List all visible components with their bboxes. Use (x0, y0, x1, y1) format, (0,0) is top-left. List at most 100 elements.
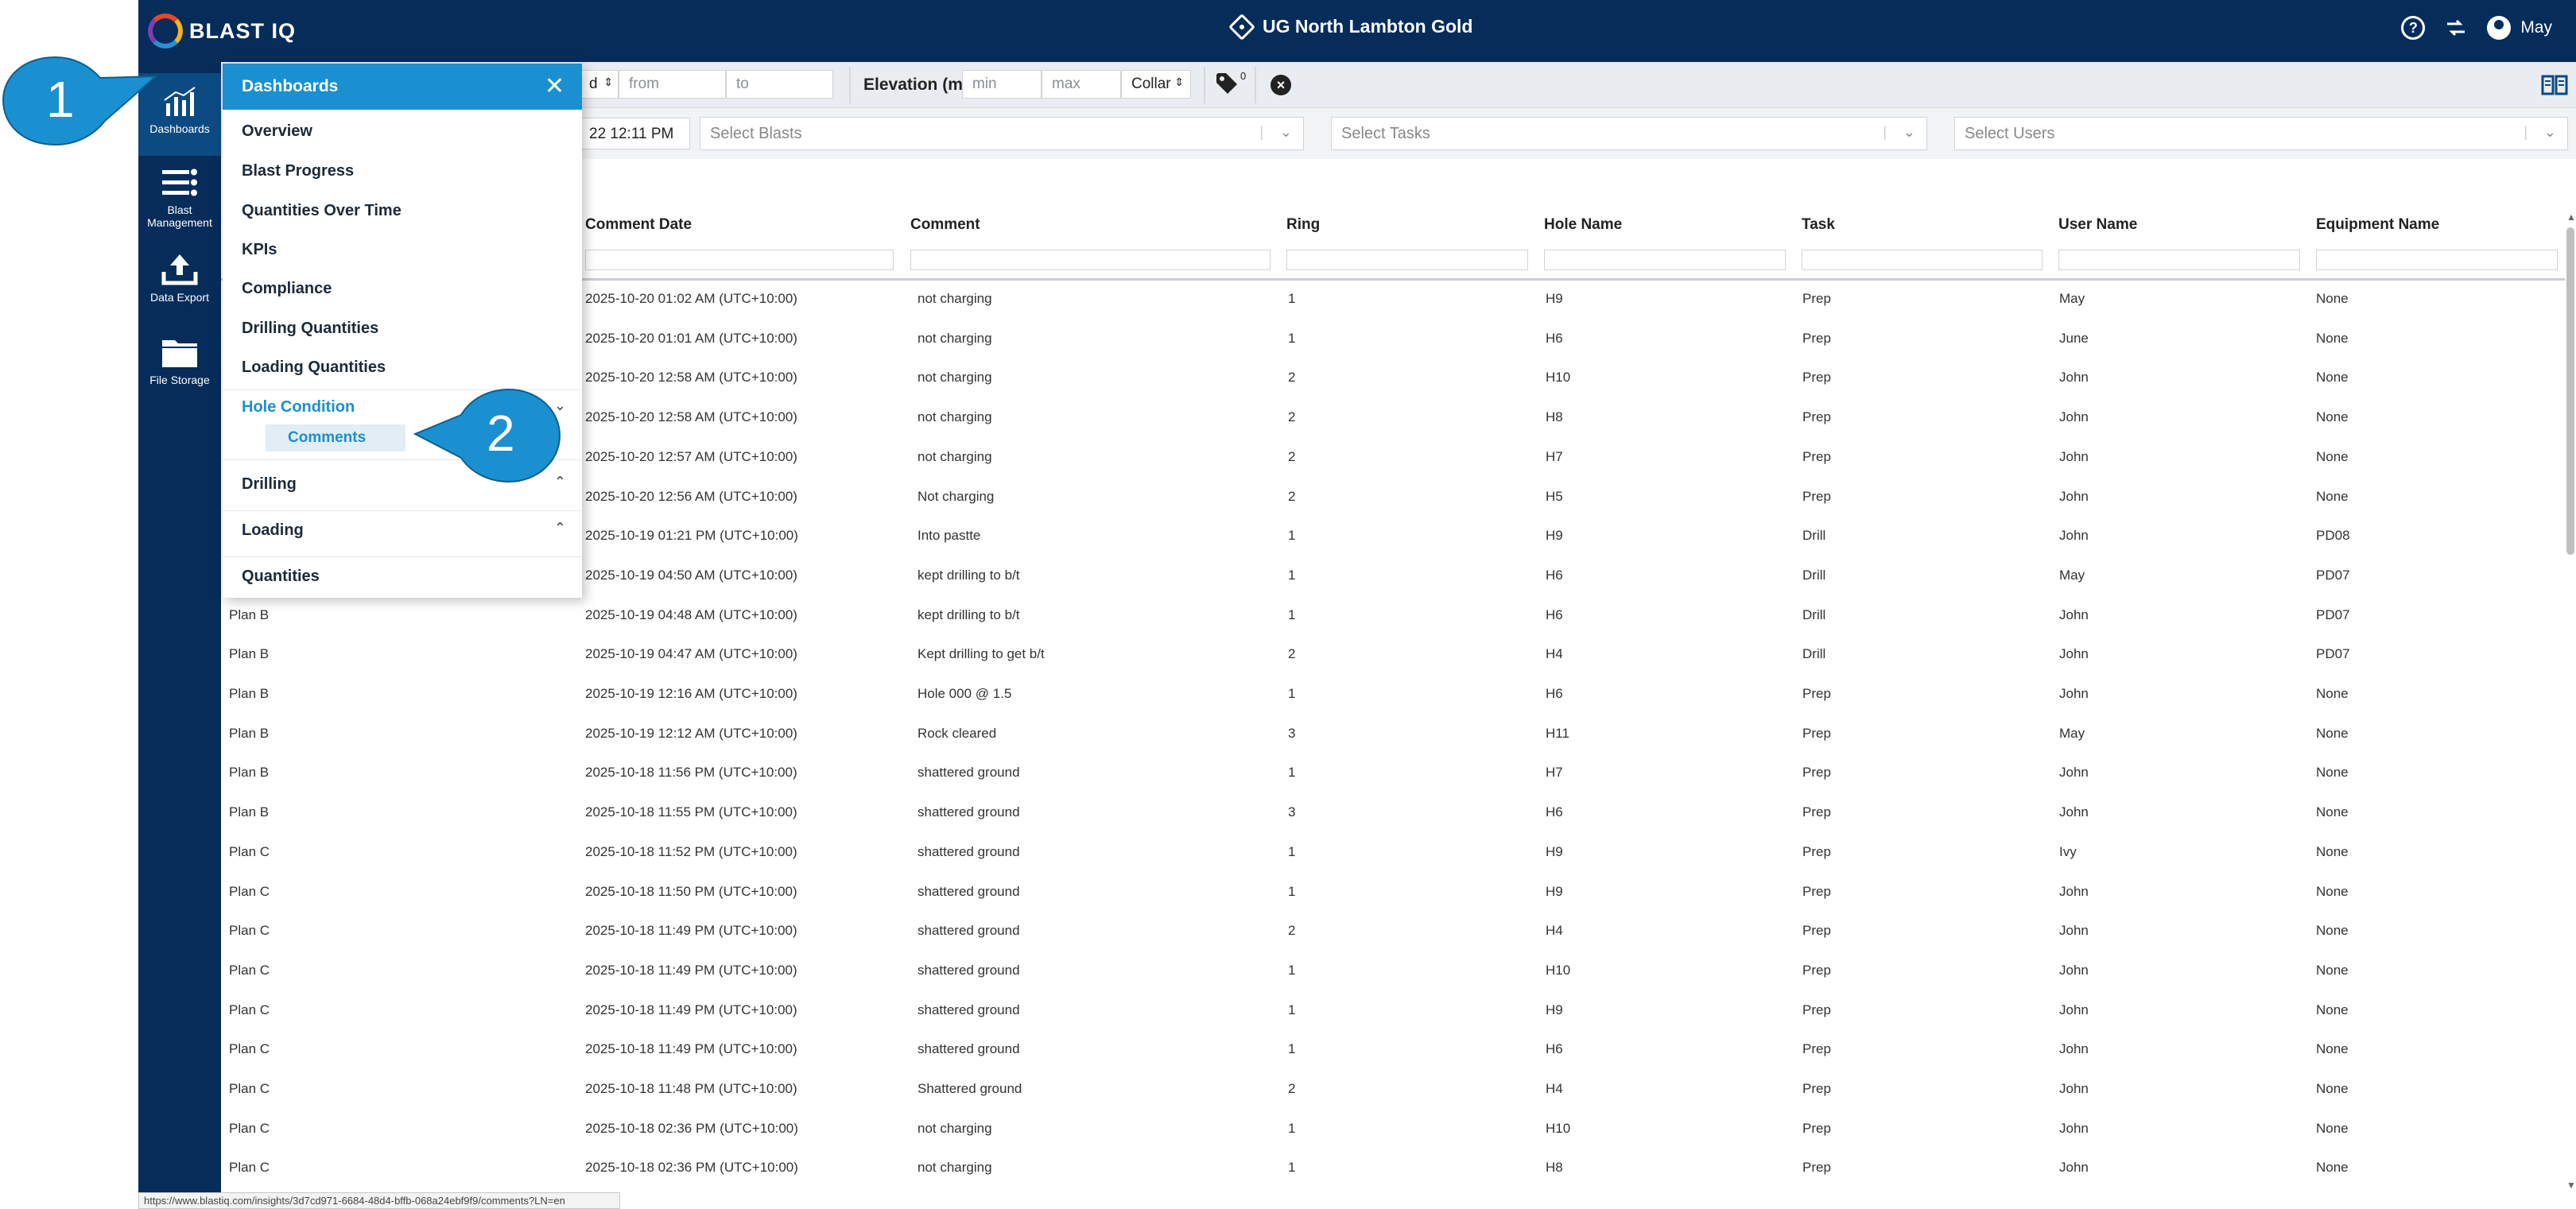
menu-item-drilling-quantities[interactable]: Drilling Quantities (242, 320, 378, 338)
column-header-comment[interactable]: Comment (910, 216, 980, 234)
column-filter-equipment-name[interactable] (2316, 250, 2558, 270)
list-icon (162, 169, 197, 196)
cell-user-name: John (2059, 528, 2089, 544)
book-panel-icon[interactable] (2541, 73, 2568, 97)
cell-user-name: John (2059, 488, 2089, 504)
column-header-hole-name[interactable]: Hole Name (1544, 216, 1622, 234)
cell-user-name: John (2059, 962, 2089, 978)
cell-ring: 2 (1288, 370, 1296, 386)
status-bar-url: https://www.blastiq.com/insights/3d7cd97… (138, 1192, 620, 1209)
cell-comment-date: 2025-10-18 11:49 PM (UTC+10:00) (585, 1041, 797, 1057)
menu-subitem-comments[interactable]: Comments (266, 424, 405, 451)
menu-item-overview[interactable]: Overview (242, 122, 312, 141)
menu-item-quantities[interactable]: Quantities (242, 568, 320, 586)
cell-task: Prep (1802, 765, 1831, 781)
menu-group-drilling[interactable]: Drilling (242, 475, 297, 494)
table-row[interactable]: Plan B 2025-10-19 04:47 AM (UTC+10:00) Kep… (221, 635, 2565, 675)
cell-comment-date: 2025-10-18 11:50 PM (UTC+10:00) (585, 883, 797, 899)
chart-icon (164, 87, 196, 116)
scrollbar-thumb[interactable] (2566, 227, 2574, 555)
column-header-user-name[interactable]: User Name (2058, 216, 2137, 234)
elevation-max-input[interactable]: max (1042, 70, 1121, 99)
chevron-up-icon[interactable]: ⌃ (554, 520, 566, 537)
cell-hole-name: H6 (1546, 567, 1563, 583)
table-row[interactable]: Plan C 2025-10-18 02:36 PM (UTC+10:00) not… (221, 1149, 2565, 1188)
table-row[interactable]: Plan C 2025-10-18 11:50 PM (UTC+10:00) sha… (221, 873, 2565, 913)
table-row[interactable]: Plan C 2025-10-18 11:49 PM (UTC+10:00) sha… (221, 951, 2565, 991)
table-row[interactable]: Plan C 2025-10-18 11:49 PM (UTC+10:00) sha… (221, 991, 2565, 1031)
table-row[interactable]: Plan C 2025-10-18 11:49 PM (UTC+10:00) sha… (221, 1030, 2565, 1070)
cell-task: Drill (1802, 528, 1826, 544)
select-blasts[interactable]: Select Blasts | ⌄ (700, 117, 1304, 150)
close-circle-icon[interactable]: × (1271, 75, 1291, 95)
question-circle-icon[interactable]: ? (2401, 16, 2426, 40)
cell-ring: 1 (1288, 843, 1296, 859)
cell-hole-name: H7 (1546, 765, 1563, 781)
rail-item-data-export[interactable]: Data Export (138, 240, 221, 323)
column-filter-user-name[interactable] (2058, 250, 2300, 270)
column-filter-comment[interactable] (910, 250, 1271, 270)
cell-comment: shattered ground (918, 804, 1020, 820)
menu-item-quantities-over-time[interactable]: Quantities Over Time (242, 202, 402, 220)
cell-ring: 1 (1288, 686, 1296, 701)
tag-filter[interactable]: 0 (1215, 70, 1251, 97)
cell-ring: 1 (1288, 883, 1296, 899)
cell-equipment-name: None (2316, 488, 2349, 504)
scroll-down-icon[interactable]: ▼ (2566, 1180, 2576, 1191)
app-logo[interactable]: BLAST IQ (148, 14, 296, 48)
table-row[interactable]: Plan B 2025-10-19 04:48 AM (UTC+10:00) kep… (221, 596, 2565, 636)
cell-comment-date: 2025-10-20 12:56 AM (UTC+10:00) (585, 488, 797, 504)
select-users[interactable]: Select Users | ⌄ (1954, 117, 2568, 150)
table-row[interactable]: Plan C 2025-10-18 11:48 PM (UTC+10:00) Sha… (221, 1070, 2565, 1110)
column-filter-comment-date[interactable] (585, 250, 894, 270)
rail-label: Data Export (150, 291, 209, 304)
cell-user-name: John (2059, 1160, 2089, 1176)
menu-item-compliance[interactable]: Compliance (242, 280, 332, 298)
cell-hole-name: H6 (1546, 804, 1563, 820)
table-row[interactable]: Plan B 2025-10-19 12:12 AM (UTC+10:00) Roc… (221, 715, 2565, 754)
cell-equipment-name: None (2316, 1041, 2349, 1057)
scroll-up-icon[interactable]: ▲ (2566, 211, 2576, 223)
rail-item-blast-management[interactable]: Blast Management (138, 156, 221, 240)
callout-number: 2 (487, 405, 515, 462)
table-row[interactable]: Plan C 2025-10-18 11:52 PM (UTC+10:00) sha… (221, 833, 2565, 873)
rail-item-file-storage[interactable]: File Storage (138, 323, 221, 405)
menu-item-kpis[interactable]: KPIs (242, 241, 277, 259)
menu-item-blast-progress[interactable]: Blast Progress (242, 162, 354, 180)
table-row[interactable]: Plan B 2025-10-18 11:56 PM (UTC+10:00) sha… (221, 754, 2565, 793)
site-selector[interactable]: UG North Lambton Gold (1228, 13, 1472, 41)
from-date-input[interactable]: from (619, 70, 726, 99)
menu-title: Dashboards (242, 77, 339, 95)
date-range-select[interactable]: d ⇕ (579, 70, 619, 99)
close-icon[interactable]: ✕ (545, 75, 564, 99)
cell-plan: Plan C (229, 923, 270, 939)
menu-item-loading-quantities[interactable]: Loading Quantities (242, 358, 386, 377)
cell-ring: 2 (1288, 1081, 1296, 1096)
column-filter-task[interactable] (1802, 250, 2043, 270)
column-header-task[interactable]: Task (1802, 216, 1835, 234)
table-row[interactable]: Plan B 2025-10-19 12:16 AM (UTC+10:00) Hol… (221, 675, 2565, 715)
menu-group-loading[interactable]: Loading (242, 521, 304, 540)
table-row[interactable]: Plan B 2025-10-18 11:55 PM (UTC+10:00) sha… (221, 793, 2565, 833)
cell-plan: Plan C (229, 1002, 270, 1017)
cell-plan: Plan C (229, 962, 270, 978)
date-value-input[interactable]: 22 12:11 PM (579, 118, 690, 149)
cell-hole-name: H9 (1546, 528, 1563, 544)
cell-user-name: John (2059, 923, 2089, 939)
user-menu[interactable]: May (2487, 16, 2552, 40)
column-filter-hole-name[interactable] (1544, 250, 1786, 270)
elevation-min-input[interactable]: min (962, 70, 1042, 99)
cell-ring: 1 (1288, 291, 1296, 306)
cell-comment: Into pastte (918, 528, 981, 544)
collar-select[interactable]: Collar ⇕ (1121, 70, 1191, 99)
column-filter-ring[interactable] (1286, 250, 1528, 270)
to-date-input[interactable]: to (726, 70, 833, 99)
table-row[interactable]: Plan C 2025-10-18 11:49 PM (UTC+10:00) sha… (221, 912, 2565, 951)
column-header-comment-date[interactable]: Comment Date (585, 216, 692, 234)
menu-group-hole-condition[interactable]: Hole Condition (242, 398, 355, 417)
column-header-equipment-name[interactable]: Equipment Name (2316, 216, 2439, 234)
table-row[interactable]: Plan C 2025-10-18 02:36 PM (UTC+10:00) not… (221, 1110, 2565, 1149)
select-tasks[interactable]: Select Tasks | ⌄ (1331, 117, 1927, 150)
column-header-ring[interactable]: Ring (1286, 216, 1320, 234)
swap-icon[interactable] (2444, 16, 2468, 40)
